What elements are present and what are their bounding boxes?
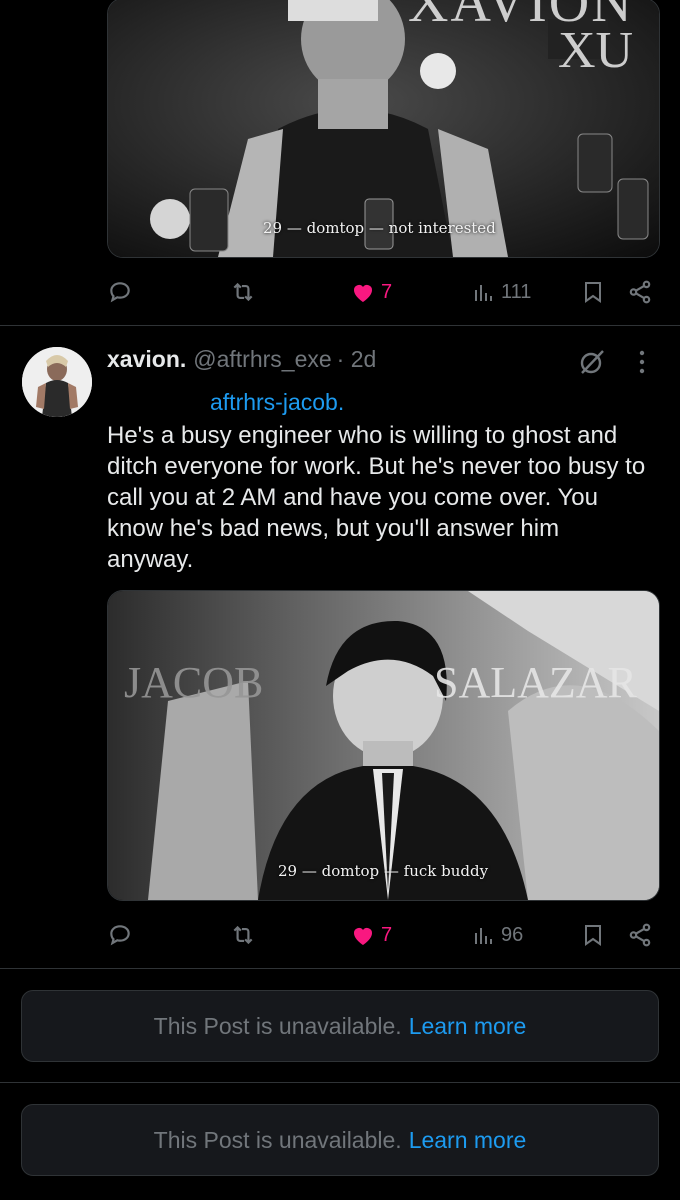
post2-action-bar: 7 96 [107,915,658,955]
bookmark-icon [585,925,601,946]
post2-image-caption: 29 — domtop — fuck buddy [278,862,489,880]
post1-action-bar: 7 111 [107,272,658,312]
post2-views-button[interactable]: 96 [473,915,523,955]
unavailable-post-text: This Post is unavailable. [153,1012,402,1039]
share-icon [629,280,651,304]
post-divider [0,1082,680,1083]
post1-views-button[interactable]: 111 [473,272,531,312]
post1-view-count: 111 [501,280,532,303]
post-divider [0,968,680,969]
grok-icon [580,350,604,374]
post2-header: xavion. @aftrhrs_exe · 2d [107,346,376,378]
reply-icon [110,925,130,946]
post2-author-name[interactable]: xavion. [107,346,186,373]
post1-like-button[interactable]: 7 [351,272,392,312]
bookmark-icon [585,282,601,303]
post2-like-button[interactable]: 7 [351,915,392,955]
post2-media[interactable]: JACOB SALAZAR 29 — domtop — fuck buddy [107,590,660,901]
post1-reply-button[interactable] [107,272,133,312]
post2-timestamp[interactable]: · 2d [337,346,377,373]
heart-filled-icon [354,285,372,302]
unavailable-post-card: This Post is unavailable. Learn more [21,1104,659,1176]
post2-bookmark-button[interactable] [582,915,604,955]
learn-more-link[interactable]: Learn more [409,1127,527,1154]
post2-reply-button[interactable] [107,915,133,955]
post2-grok-button[interactable] [578,348,606,381]
post1-image-caption: 29 — domtop — not interested [263,219,496,237]
views-icon [475,928,492,944]
unavailable-post-card: This Post is unavailable. Learn more [21,990,659,1062]
repost-icon [233,282,253,302]
heart-filled-icon [354,928,372,945]
post2-mention-link[interactable]: aftrhrs-jacob. [210,389,344,416]
unavailable-post-text: This Post is unavailable. [153,1126,402,1153]
post1-repost-button[interactable] [229,272,257,312]
repost-icon [233,925,253,945]
reply-icon [110,282,130,303]
share-icon [629,923,651,947]
post2-like-count: 7 [381,923,393,946]
post1-media[interactable]: XAVION XU 29 — domtop — not interested [107,0,660,258]
post1-like-count: 7 [381,280,393,303]
post1-bookmark-button[interactable] [582,272,604,312]
post1-share-button[interactable] [627,272,653,312]
more-vertical-icon [639,350,645,374]
views-icon [475,285,492,301]
post2-image-title-left: JACOB [124,658,264,707]
post2-view-count: 96 [501,923,524,946]
post-divider [0,325,680,326]
post2-repost-button[interactable] [229,915,257,955]
post2-share-button[interactable] [627,915,653,955]
post2-handle[interactable]: @aftrhrs_exe [193,346,331,373]
post2-avatar[interactable] [22,347,92,417]
post2-more-button[interactable] [636,349,648,380]
post2-text: He's a busy engineer who is willing to g… [107,422,652,573]
learn-more-link[interactable]: Learn more [409,1013,527,1040]
post2-image-title-right: SALAZAR [434,658,637,707]
post1-image-title-line2: XU [558,22,634,79]
